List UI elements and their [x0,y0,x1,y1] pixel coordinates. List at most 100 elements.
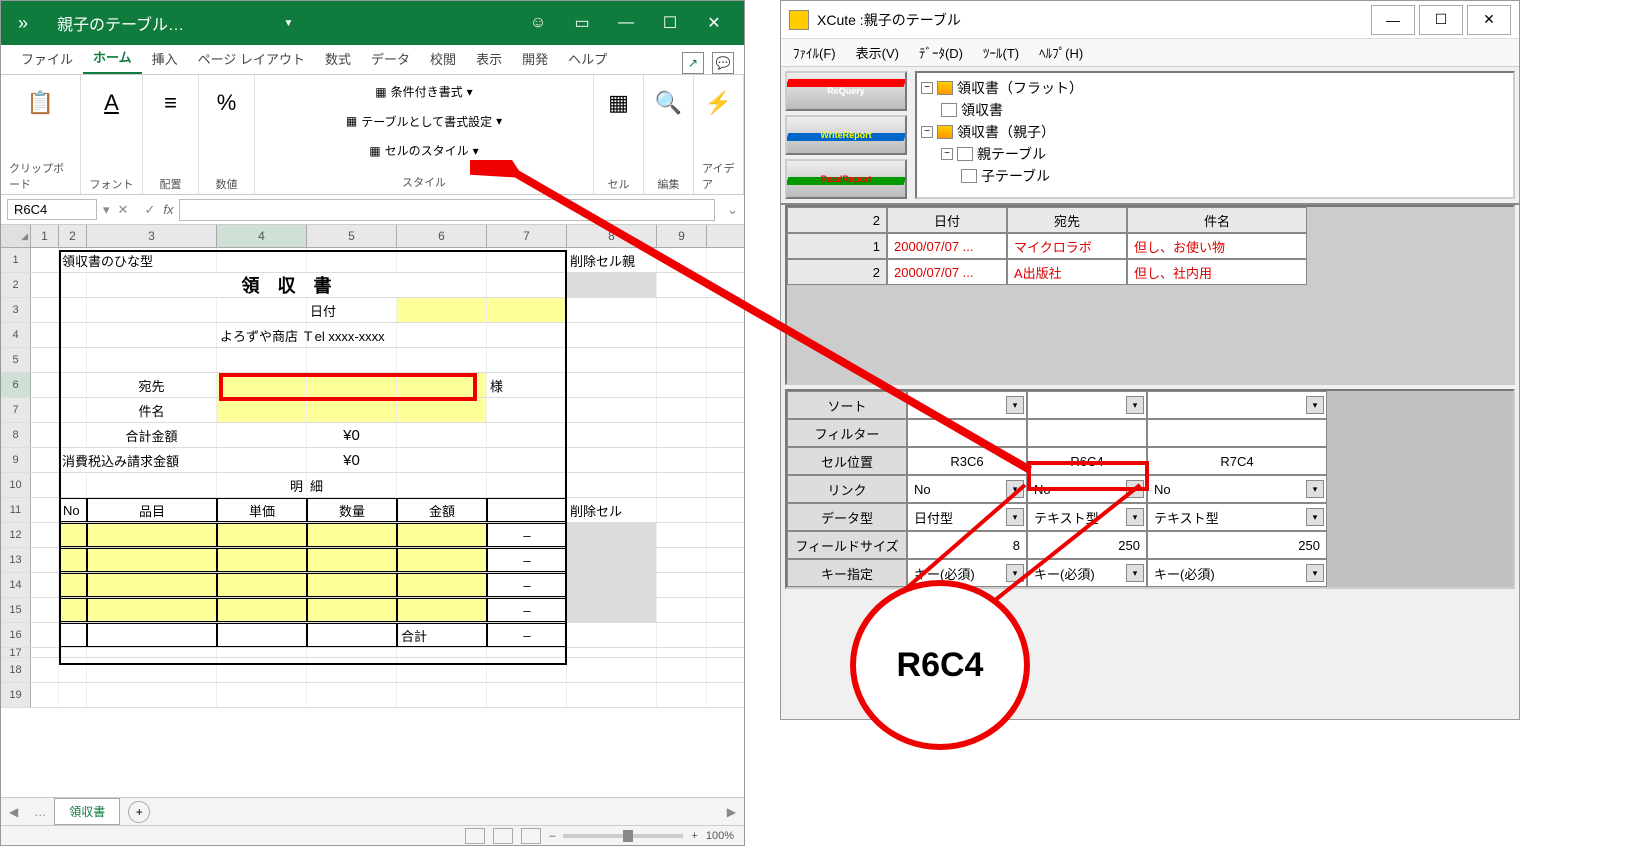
xcute-data-grid[interactable]: 2 日付 宛先 件名 1 2000/07/07 ... マイクロラボ 但し、お使… [785,205,1515,385]
cell[interactable] [31,373,59,397]
cell[interactable] [307,598,397,622]
cell[interactable] [31,648,59,657]
tab-home[interactable]: ホーム [83,41,142,74]
cell[interactable] [31,498,59,522]
prop-dtype-1[interactable]: テキスト型▾ [1027,503,1147,531]
col-header[interactable]: 2 [59,225,87,247]
sheet-nav-next-icon[interactable]: ▶ [719,805,744,819]
cell[interactable] [307,248,397,272]
cell[interactable] [657,248,707,272]
zoom-slider[interactable] [563,834,683,838]
cond-format-button[interactable]: ▦条件付き書式▾ [375,79,472,104]
cell[interactable] [31,573,59,597]
cell[interactable]: よろずや商店 Ｔel xxxx-xxxx [217,323,307,347]
grid-header-to[interactable]: 宛先 [1007,207,1127,233]
cell[interactable] [87,683,217,707]
cell[interactable] [59,598,87,622]
cell[interactable] [307,623,397,647]
cell[interactable] [487,448,567,472]
cell[interactable]: 合計金額 [87,423,217,447]
grid-header-subj[interactable]: 件名 [1127,207,1307,233]
cell[interactable] [397,523,487,547]
cell-style-button[interactable]: ▦セルのスタイル▾ [369,138,478,163]
sheet-tab-active[interactable]: 領収書 [54,798,120,825]
cell[interactable] [567,683,657,707]
cell[interactable] [59,473,87,497]
cell[interactable] [59,298,87,322]
grid-cell-date[interactable]: 2000/07/07 ... [887,233,1007,259]
view-layout-icon[interactable] [493,828,513,844]
prop-fsize-1[interactable]: 250 [1027,531,1147,559]
cell[interactable]: No [59,498,87,522]
cell[interactable] [657,598,707,622]
zoom-in-button[interactable]: + [691,830,697,842]
cell[interactable] [217,598,307,622]
cells-icon[interactable]: ▦ [608,81,629,125]
account-icon[interactable]: ☺ [516,1,560,45]
tab-layout[interactable]: ページ レイアウト [188,43,315,74]
grid-cell-to[interactable]: マイクロラボ [1007,233,1127,259]
cell[interactable] [397,648,487,657]
cell[interactable]: 数量 [307,498,397,522]
cell[interactable] [59,523,87,547]
cell[interactable] [567,473,657,497]
cell[interactable] [31,423,59,447]
row-header[interactable]: 6 [1,373,31,397]
cell[interactable]: 領 収 書 [87,273,487,297]
tree-node[interactable]: 領収書（親子） [957,122,1055,142]
zoom-out-button[interactable]: – [549,830,555,842]
view-normal-icon[interactable] [465,828,485,844]
cell[interactable] [59,548,87,572]
row-header[interactable]: 10 [1,473,31,497]
cell[interactable] [567,348,657,372]
sheet-nav-more-icon[interactable]: … [26,805,54,819]
tree-node[interactable]: 領収書 [961,100,1003,120]
clipboard-icon[interactable]: 📋 [27,81,54,125]
cell[interactable] [657,348,707,372]
cell[interactable] [87,323,217,347]
cell[interactable] [307,683,397,707]
tab-view[interactable]: 表示 [466,43,512,74]
prop-filter-1[interactable] [1027,419,1147,447]
cell[interactable] [397,548,487,572]
ideas-icon[interactable]: ⚡ [705,81,732,125]
tab-insert[interactable]: 挿入 [142,43,188,74]
cell[interactable]: ¥0 [307,423,397,447]
cell[interactable] [487,648,567,657]
prop-filter-0[interactable] [907,419,1027,447]
cell[interactable] [487,323,567,347]
cell[interactable] [87,658,217,682]
row-header[interactable]: 9 [1,448,31,472]
cell[interactable] [59,648,87,657]
cell[interactable] [31,248,59,272]
cancel-fx-icon[interactable]: ✕ [110,202,137,218]
row-header[interactable]: 17 [1,648,31,657]
requery-button[interactable]: ReQuery [785,71,907,111]
cell[interactable] [87,573,217,597]
readreport-button[interactable]: ReadReport [785,159,907,199]
cell[interactable] [567,523,657,547]
cell[interactable] [31,598,59,622]
cell[interactable] [657,473,707,497]
cell[interactable] [217,648,307,657]
menu-tool[interactable]: ﾂｰﾙ(T) [983,43,1019,62]
cell[interactable] [657,298,707,322]
cell[interactable] [87,298,217,322]
cell[interactable] [31,273,59,297]
cell[interactable]: – [487,623,567,647]
cell[interactable] [87,598,217,622]
dropdown-icon[interactable]: ▾ [1306,480,1324,498]
cell[interactable] [487,273,567,297]
cell[interactable] [397,423,487,447]
cell[interactable] [31,298,59,322]
grid-cell-to[interactable]: A出版社 [1007,259,1127,285]
maximize-button[interactable]: ☐ [1419,5,1463,35]
menu-view[interactable]: 表示(V) [856,43,899,62]
cell[interactable] [217,548,307,572]
cell[interactable]: 日付 [307,298,397,322]
tab-review[interactable]: 校閲 [420,43,466,74]
cell[interactable] [657,323,707,347]
col-header[interactable]: 4 [217,225,307,247]
cell[interactable] [567,648,657,657]
cell[interactable] [87,523,217,547]
